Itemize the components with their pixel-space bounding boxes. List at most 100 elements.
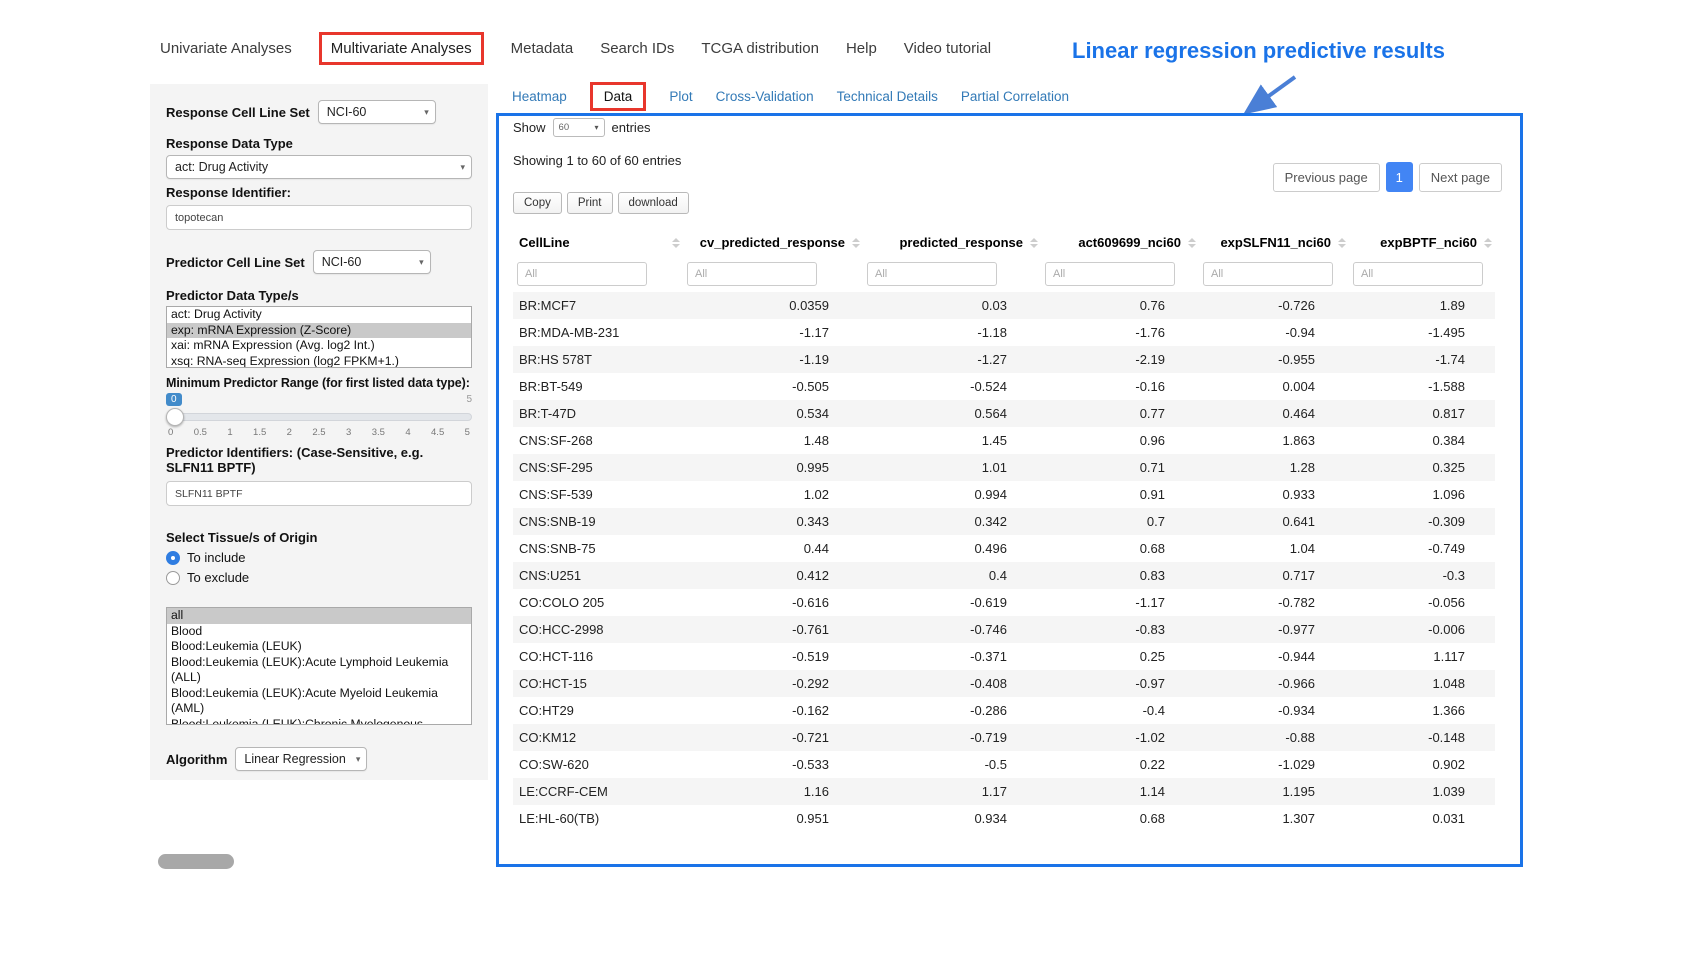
next-page-button[interactable]: Next page	[1419, 163, 1502, 192]
filter-input-cellline[interactable]	[517, 262, 647, 286]
tab-partial-correlation[interactable]: Partial Correlation	[961, 89, 1069, 104]
tab-cross-validation[interactable]: Cross-Validation	[716, 89, 814, 104]
cellline-cell: BR:BT-549	[513, 373, 683, 400]
slider-tick: 4.5	[431, 427, 444, 438]
list-option-exp-mrna-expression-z-score[interactable]: exp: mRNA Expression (Z-Score)	[167, 323, 471, 339]
table-row: CO:HT29-0.162-0.286-0.4-0.9341.366	[513, 697, 1495, 724]
tab-technical-details[interactable]: Technical Details	[837, 89, 938, 104]
list-option-blood-leukemia-leuk-acute-myeloid-leukemia-aml[interactable]: Blood:Leukemia (LEUK):Acute Myeloid Leuk…	[167, 686, 471, 717]
value-cell: 0.25	[1041, 643, 1199, 670]
previous-page-button[interactable]: Previous page	[1273, 163, 1380, 192]
radio-button-icon[interactable]	[166, 551, 180, 565]
cellline-cell: CNS:SF-268	[513, 427, 683, 454]
list-option-blood-leukemia-leuk[interactable]: Blood:Leukemia (LEUK)	[167, 639, 471, 655]
predictor-data-types-label: Predictor Data Type/s	[166, 288, 472, 303]
download-button[interactable]: download	[618, 192, 689, 214]
predictor-cell-line-set-select[interactable]: NCI-60 ▾	[313, 250, 431, 274]
copy-button[interactable]: Copy	[513, 192, 562, 214]
sort-icon[interactable]	[1188, 238, 1196, 248]
response-cell-line-set-select[interactable]: NCI-60 ▾	[318, 100, 436, 124]
filter-input-cv-predicted-response[interactable]	[687, 262, 817, 286]
cellline-cell: BR:MDA-MB-231	[513, 319, 683, 346]
value-cell: -2.19	[1041, 346, 1199, 373]
sort-icon[interactable]	[852, 238, 860, 248]
filter-cell	[683, 259, 863, 292]
nav-item-search-ids[interactable]: Search IDs	[600, 40, 674, 57]
sort-icon[interactable]	[1030, 238, 1038, 248]
list-option-act-drug-activity[interactable]: act: Drug Activity	[167, 307, 471, 323]
pagination: Previous page 1 Next page	[1273, 162, 1502, 192]
page-number-button[interactable]: 1	[1386, 162, 1413, 192]
value-cell: -0.148	[1349, 724, 1495, 751]
sort-icon[interactable]	[672, 238, 680, 248]
slider-handle[interactable]	[166, 408, 184, 426]
nav-item-multivariate-analyses[interactable]: Multivariate Analyses	[319, 32, 484, 65]
column-header-expbptf-nci60[interactable]: expBPTF_nci60	[1349, 226, 1495, 259]
slider-tick: 0	[168, 427, 173, 438]
sort-icon[interactable]	[1484, 238, 1492, 248]
value-cell: 0.817	[1349, 400, 1495, 427]
value-cell: -1.17	[1041, 589, 1199, 616]
value-cell: 0.71	[1041, 454, 1199, 481]
show-entries-select[interactable]: 60 ▾	[553, 118, 605, 137]
radio-to-include[interactable]: To include	[166, 550, 472, 565]
response-data-type-value: act: Drug Activity	[175, 160, 268, 174]
radio-button-icon[interactable]	[166, 571, 180, 585]
tissue-origin-label: Select Tissue/s of Origin	[166, 530, 472, 545]
value-cell: 0.96	[1041, 427, 1199, 454]
value-cell: 0.44	[683, 535, 863, 562]
column-header-cv-predicted-response[interactable]: cv_predicted_response	[683, 226, 863, 259]
nav-item-univariate-analyses[interactable]: Univariate Analyses	[160, 40, 292, 57]
value-cell: 0.994	[863, 481, 1041, 508]
filter-input-act609699-nci60[interactable]	[1045, 262, 1175, 286]
column-header-act609699-nci60[interactable]: act609699_nci60	[1041, 226, 1199, 259]
filter-input-expbptf-nci60[interactable]	[1353, 262, 1483, 286]
value-cell: -0.94	[1199, 319, 1349, 346]
list-option-all[interactable]: all	[167, 608, 471, 624]
value-cell: 0.0359	[683, 292, 863, 319]
response-identifier-input[interactable]	[166, 205, 472, 230]
response-data-type-select[interactable]: act: Drug Activity ▾	[166, 155, 472, 179]
column-header-predicted-response[interactable]: predicted_response	[863, 226, 1041, 259]
column-header-expslfn11-nci60[interactable]: expSLFN11_nci60	[1199, 226, 1349, 259]
algorithm-select[interactable]: Linear Regression ▾	[235, 747, 367, 771]
value-cell: 1.307	[1199, 805, 1349, 832]
value-cell: 1.16	[683, 778, 863, 805]
value-cell: 0.004	[1199, 373, 1349, 400]
min-predictor-range-label: Minimum Predictor Range (for first liste…	[166, 376, 472, 391]
list-option-blood[interactable]: Blood	[167, 624, 471, 640]
value-cell: 0.7	[1041, 508, 1199, 535]
nav-item-tcga-distribution[interactable]: TCGA distribution	[701, 40, 819, 57]
value-cell: 0.384	[1349, 427, 1495, 454]
value-cell: 1.039	[1349, 778, 1495, 805]
list-option-xai-mrna-expression-avg-log2-int[interactable]: xai: mRNA Expression (Avg. log2 Int.)	[167, 338, 471, 354]
list-option-blood-leukemia-leuk-acute-lymphoid-leukemia-all[interactable]: Blood:Leukemia (LEUK):Acute Lymphoid Leu…	[167, 655, 471, 686]
value-cell: 1.366	[1349, 697, 1495, 724]
column-header-label: CellLine	[519, 235, 570, 250]
nav-item-metadata[interactable]: Metadata	[511, 40, 574, 57]
predictor-identifiers-input[interactable]	[166, 481, 472, 506]
cellline-cell: CO:SW-620	[513, 751, 683, 778]
tab-data[interactable]: Data	[590, 82, 647, 111]
value-cell: 0.995	[683, 454, 863, 481]
tab-heatmap[interactable]: Heatmap	[512, 89, 567, 104]
value-cell: -0.286	[863, 697, 1041, 724]
filter-input-expslfn11-nci60[interactable]	[1203, 262, 1333, 286]
slider-track[interactable]	[166, 413, 472, 421]
value-cell: -0.619	[863, 589, 1041, 616]
tab-plot[interactable]: Plot	[669, 89, 692, 104]
value-cell: 0.68	[1041, 805, 1199, 832]
table-row: CNS:U2510.4120.40.830.717-0.3	[513, 562, 1495, 589]
sort-icon[interactable]	[1338, 238, 1346, 248]
filter-input-predicted-response[interactable]	[867, 262, 997, 286]
print-button[interactable]: Print	[567, 192, 613, 214]
value-cell: 1.04	[1199, 535, 1349, 562]
column-header-cellline[interactable]: CellLine	[513, 226, 683, 259]
radio-to-exclude[interactable]: To exclude	[166, 570, 472, 585]
nav-item-help[interactable]: Help	[846, 40, 877, 57]
list-option-blood-leukemia-leuk-chronic-myelogenous-leukemia-cml[interactable]: Blood:Leukemia (LEUK):Chronic Myelogenou…	[167, 717, 471, 726]
nav-item-video-tutorial[interactable]: Video tutorial	[904, 40, 991, 57]
predictor-cell-line-set-row: Predictor Cell Line Set NCI-60 ▾	[166, 250, 472, 274]
value-cell: -0.524	[863, 373, 1041, 400]
list-option-xsq-rna-seq-expression-log2-fpkm-1[interactable]: xsq: RNA-seq Expression (log2 FPKM+1.)	[167, 354, 471, 369]
